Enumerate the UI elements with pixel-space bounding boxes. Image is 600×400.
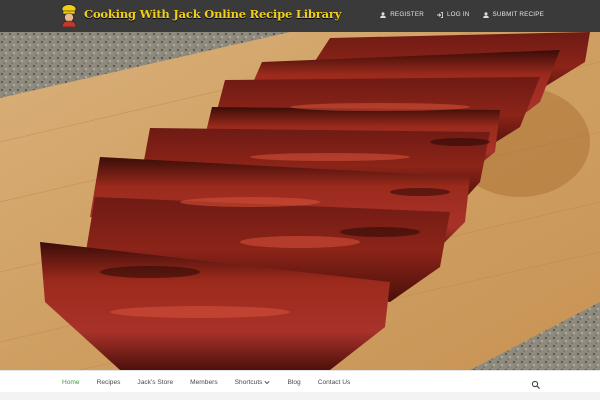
nav-home[interactable]: Home	[62, 379, 80, 386]
user-icon	[482, 11, 489, 18]
page-footer-strip	[0, 392, 600, 400]
nav-members[interactable]: Members	[190, 379, 217, 386]
chef-icon[interactable]	[58, 3, 80, 28]
account-links: REGISTER LOG IN SUBMIT RECIPE	[380, 11, 544, 18]
hero-image	[0, 32, 600, 370]
site-title[interactable]: Cooking With Jack Online Recipe Library	[84, 7, 341, 21]
search-button[interactable]	[531, 377, 541, 390]
nav-recipes[interactable]: Recipes	[97, 379, 121, 386]
nav-contact-us[interactable]: Contact Us	[318, 379, 351, 386]
submit-recipe-link[interactable]: SUBMIT RECIPE	[482, 11, 544, 18]
nav-shortcuts-label: Shortcuts	[234, 378, 263, 386]
bbq-ribs-photo	[0, 32, 600, 370]
submit-recipe-label: SUBMIT RECIPE	[492, 11, 544, 18]
user-icon	[380, 11, 386, 18]
nav-shortcuts[interactable]: Shortcuts	[235, 379, 271, 386]
register-link[interactable]: REGISTER	[380, 11, 424, 18]
top-bar: Cooking With Jack Online Recipe Library …	[0, 0, 600, 32]
login-link[interactable]: LOG IN	[436, 11, 470, 18]
chevron-down-icon	[264, 380, 271, 384]
main-nav: Home Recipes Jack's Store Members Shortc…	[0, 370, 600, 393]
register-label: REGISTER	[390, 11, 424, 18]
search-icon	[531, 380, 541, 390]
nav-blog[interactable]: Blog	[287, 379, 300, 386]
nav-items: Home Recipes Jack's Store Members Shortc…	[62, 371, 367, 393]
nav-jacks-store[interactable]: Jack's Store	[137, 379, 173, 386]
login-label: LOG IN	[446, 11, 470, 18]
login-icon	[436, 11, 443, 18]
